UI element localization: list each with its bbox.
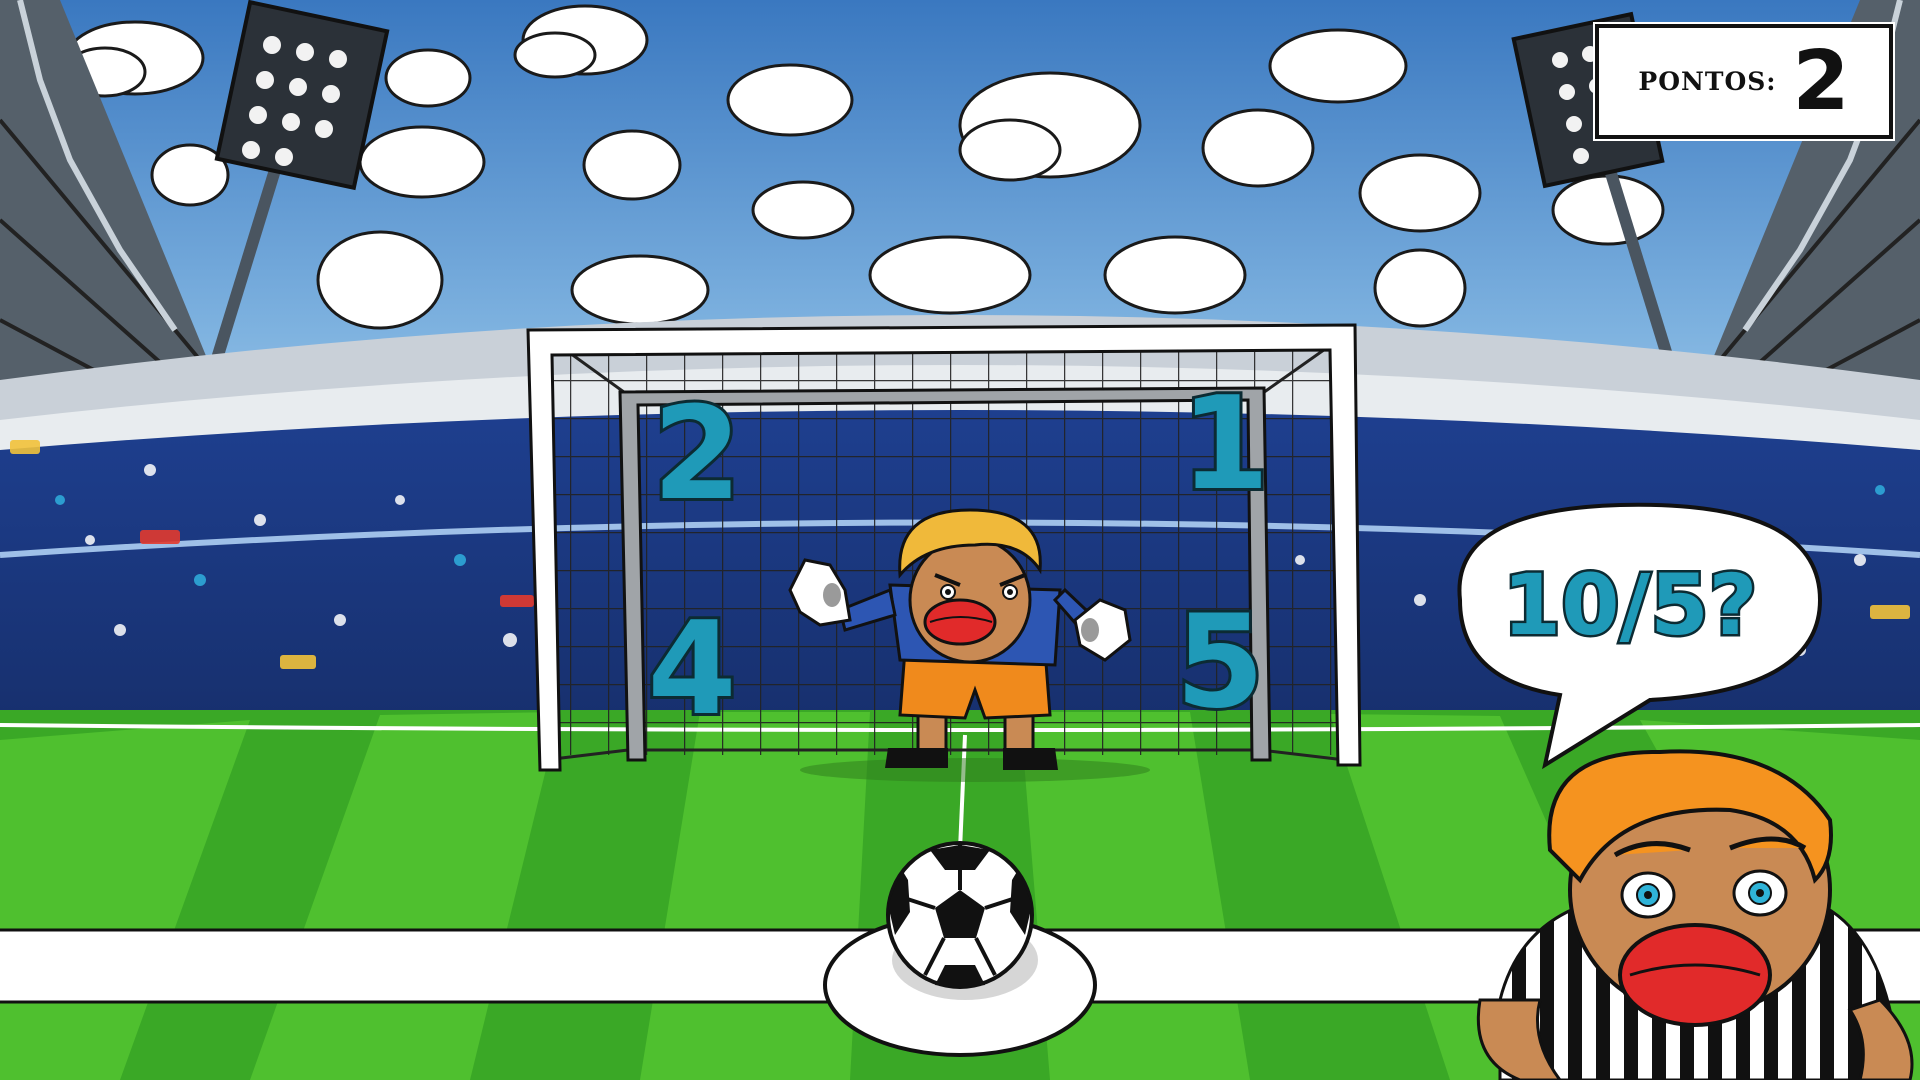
cloud-icon bbox=[582, 129, 682, 201]
cloud-icon bbox=[868, 235, 1032, 315]
cloud-icon bbox=[316, 230, 444, 330]
goal-target-top-right[interactable]: 1 bbox=[1155, 370, 1295, 520]
cloud-icon bbox=[1103, 235, 1247, 315]
soccer-ball-icon[interactable] bbox=[886, 841, 1034, 989]
cloud-icon bbox=[1358, 153, 1482, 233]
goal-target-bottom-left[interactable]: 4 bbox=[622, 595, 762, 745]
score-panel: PONTOS: 2 bbox=[1595, 24, 1893, 139]
cloud-icon bbox=[570, 254, 710, 326]
game-scene bbox=[0, 0, 1920, 1080]
cloud-icon bbox=[1201, 108, 1315, 188]
cloud-icon bbox=[1373, 248, 1467, 328]
cloud-icon bbox=[751, 180, 855, 240]
cloud-icon bbox=[1268, 28, 1408, 104]
cloud-icon bbox=[358, 125, 486, 199]
cloud-icon bbox=[1551, 174, 1665, 246]
math-question: 10/5? bbox=[1500, 554, 1760, 657]
cloud-icon bbox=[726, 63, 854, 137]
goal-target-bottom-right[interactable]: 5 bbox=[1150, 588, 1290, 738]
score-value: 2 bbox=[1792, 33, 1850, 129]
score-label: PONTOS: bbox=[1638, 67, 1777, 96]
cloud-icon bbox=[384, 48, 472, 108]
goal-target-top-left[interactable]: 2 bbox=[627, 380, 767, 530]
